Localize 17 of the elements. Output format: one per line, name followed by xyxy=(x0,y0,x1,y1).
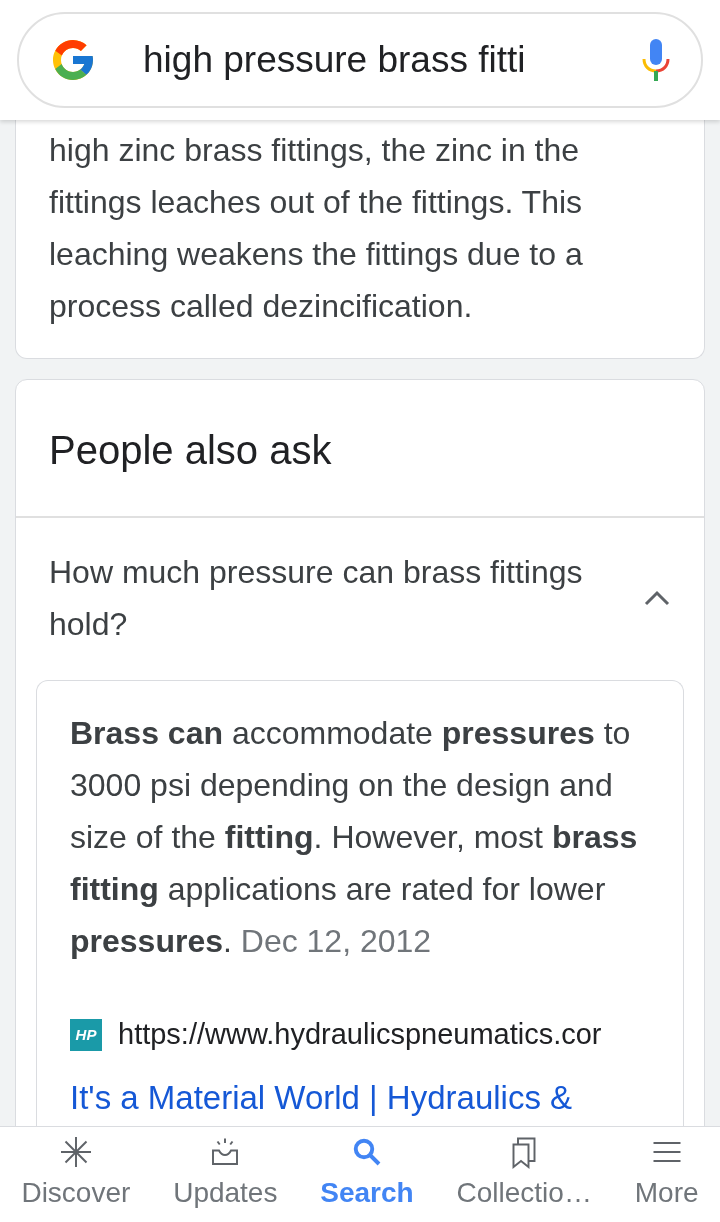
nav-tab[interactable]: Discover xyxy=(21,1134,131,1214)
question-text: How much pressure can brass fittings hold? xyxy=(49,553,584,644)
nav-tab[interactable]: Collectio… xyxy=(456,1134,592,1214)
snippet-text: high zinc brass fittings, the zinc in the fittings leaches out of the fittings. This leaching weakens the fittings due to a process called dezincification. xyxy=(49,131,584,326)
section-title: People also ask xyxy=(16,380,704,518)
answer-text: Brass can accommodate pressures to 3000 psi depending on the design and size of the fitting. However, most brass fitting applications are rated for lower pressures. Dec 12, 2012 xyxy=(70,714,639,961)
microphone-icon[interactable] xyxy=(641,37,671,83)
chevron-icon xyxy=(643,589,671,607)
nav-tab[interactable]: Search xyxy=(320,1134,414,1214)
result-link[interactable]: It's a Material World | Hydraulics & xyxy=(70,1072,650,1122)
search-field[interactable]: high pressure brass fitti xyxy=(17,12,703,108)
source-url: https://www.hydraulicspneumatics.cor xyxy=(118,1017,602,1052)
nav-tab[interactable]: Updates xyxy=(173,1134,278,1214)
search-query: high pressure brass fitti xyxy=(143,38,527,83)
favicon: HP xyxy=(70,1018,102,1051)
nav-tab[interactable]: More xyxy=(634,1134,699,1214)
question-row[interactable]: How much pressure can brass fittings hold? xyxy=(16,518,704,680)
